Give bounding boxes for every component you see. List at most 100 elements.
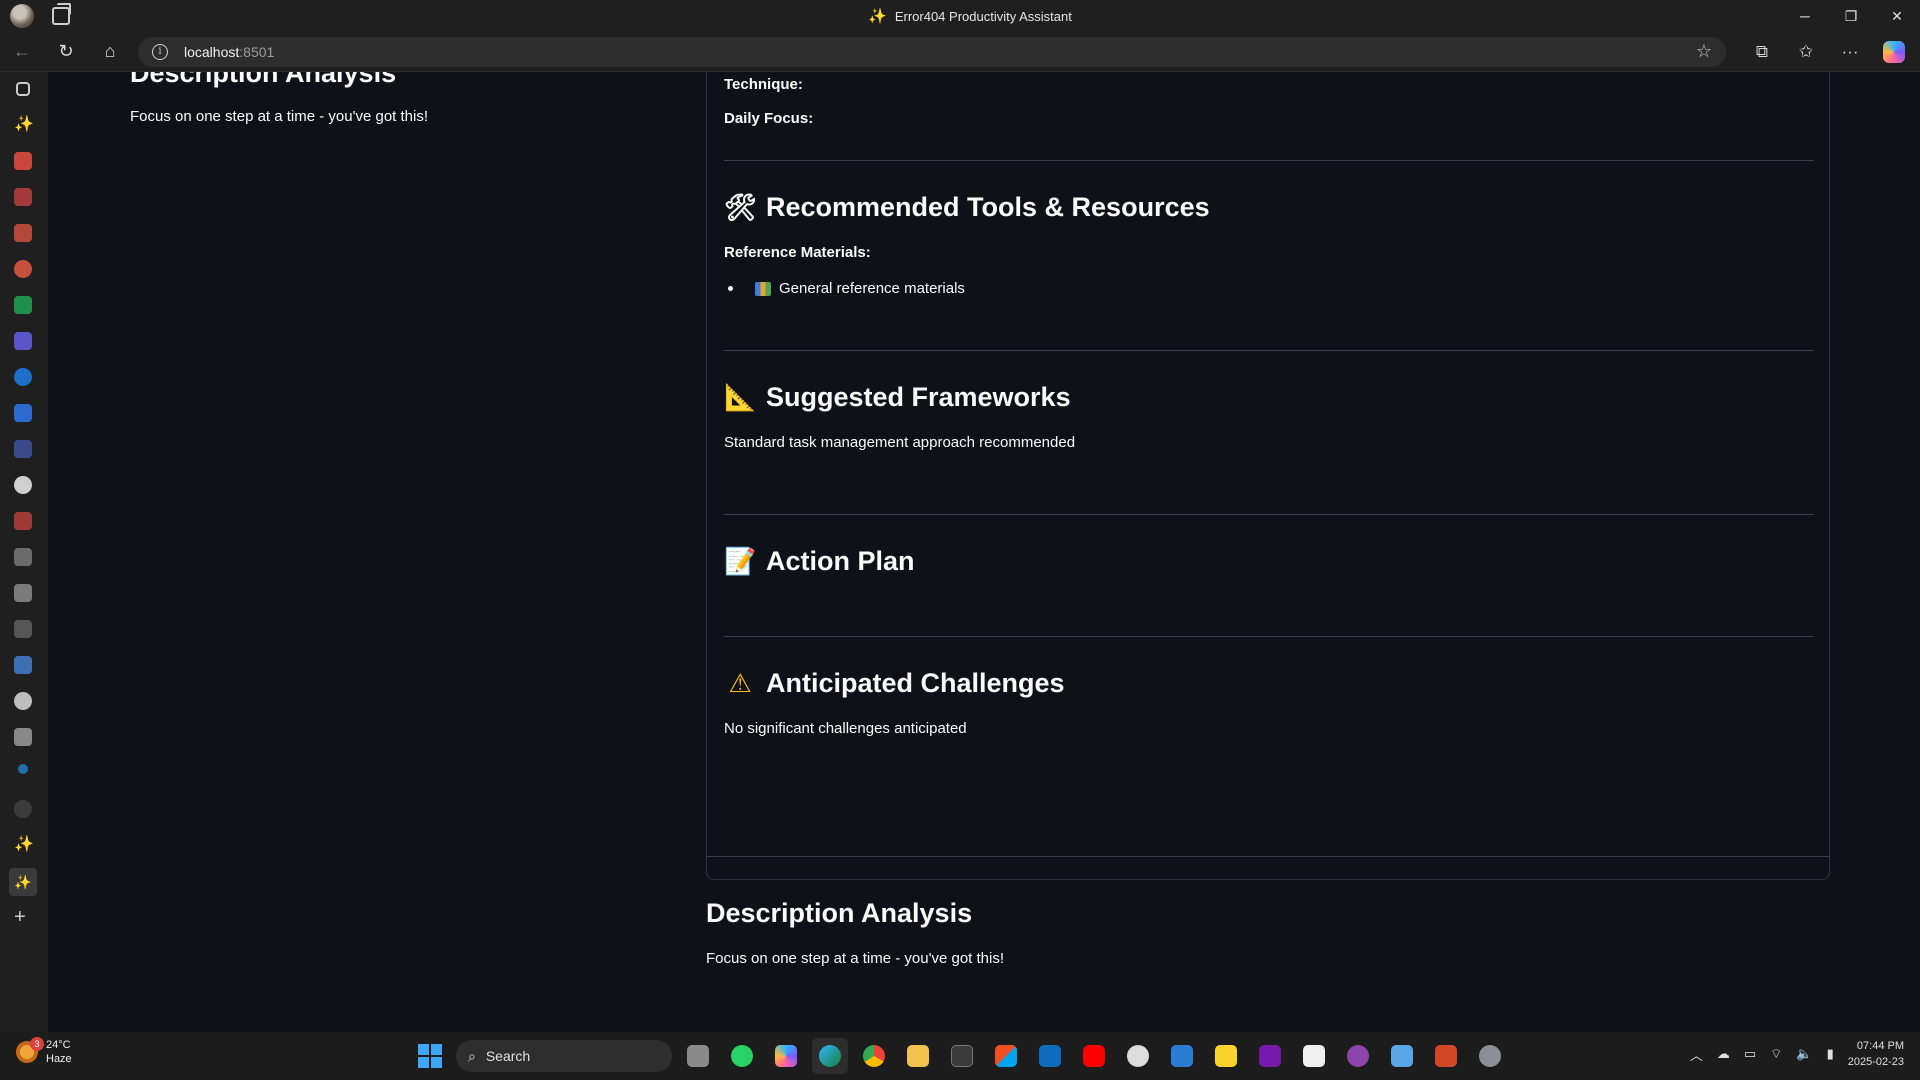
site-info-icon[interactable]: i <box>152 43 168 60</box>
edge-icon[interactable] <box>812 1038 848 1074</box>
todo-icon[interactable] <box>1164 1038 1200 1074</box>
github-desktop-icon[interactable] <box>1340 1038 1376 1074</box>
clock-time: 07:44 PM <box>1856 1040 1904 1052</box>
sidebar-app-icon-7[interactable] <box>14 404 32 422</box>
app-icon-1[interactable] <box>1120 1038 1156 1074</box>
whatsapp-icon[interactable] <box>724 1038 760 1074</box>
sidebar-app-icon-1[interactable] <box>14 152 32 170</box>
frameworks-section-title: 📐 Suggested Frameworks <box>724 382 1071 413</box>
address-bar[interactable]: i localhost:8501 ☆ <box>138 36 1726 67</box>
weather-widget[interactable]: 3 24°C Haze <box>16 1037 72 1066</box>
sidebar-app-icon-11[interactable] <box>14 584 32 602</box>
bottom-text: Focus on one step at a time - you've got… <box>706 950 1005 967</box>
notepad-icon[interactable] <box>1384 1038 1420 1074</box>
task-view-icon[interactable] <box>680 1038 716 1074</box>
tab-actions-icon[interactable] <box>52 3 71 25</box>
sidebar-app-icon-2[interactable] <box>14 188 32 206</box>
sidebar-add-icon[interactable]: + <box>14 906 32 928</box>
url-text[interactable]: localhost:8501 <box>184 44 274 60</box>
favorites-icon[interactable]: ✩ <box>1784 42 1828 62</box>
settings-icon[interactable] <box>1472 1038 1508 1074</box>
close-button[interactable]: ✕ <box>1874 0 1920 32</box>
extensions-icon[interactable]: ⧉ <box>1740 42 1784 62</box>
powerpoint-icon[interactable] <box>1428 1038 1464 1074</box>
sidebar-panel-icon[interactable] <box>16 82 30 96</box>
taskbar-search[interactable]: ⌕ Search <box>456 1040 672 1072</box>
copilot-button[interactable] <box>1872 40 1916 63</box>
technique-label: Technique: <box>724 76 803 93</box>
frameworks-title-text: Suggested Frameworks <box>766 382 1071 412</box>
url-port: :8501 <box>239 43 275 60</box>
onedrive-icon[interactable]: ☁ <box>1717 1046 1730 1062</box>
results-card: Technique: Daily Focus: 🛠 Recommended To… <box>706 72 1830 880</box>
clock-date: 2025-02-23 <box>1847 1056 1904 1068</box>
more-menu-icon[interactable]: ··· <box>1828 42 1872 62</box>
clock[interactable]: 07:44 PM 2025-02-23 <box>1848 1038 1904 1070</box>
tools-section-title: 🛠 Recommended Tools & Resources <box>724 192 1210 223</box>
frameworks-text: Standard task management approach recomm… <box>724 434 1076 451</box>
sidebar-app-icon-8[interactable] <box>14 440 32 458</box>
back-button[interactable]: ← <box>0 32 44 72</box>
chrome-icon[interactable] <box>856 1038 892 1074</box>
sidebar-app-icon-6[interactable] <box>14 368 32 386</box>
app-icon-2[interactable] <box>1296 1038 1332 1074</box>
sidebar-github-icon[interactable] <box>14 476 32 494</box>
sidebar-sparkle-icon[interactable]: ✨ <box>14 114 34 133</box>
favorite-star-icon[interactable]: ☆ <box>1696 41 1712 62</box>
divider <box>724 636 1814 637</box>
sidebar-app-icon-9[interactable] <box>14 512 32 530</box>
search-placeholder: Search <box>485 1048 531 1064</box>
terminal-icon[interactable] <box>944 1038 980 1074</box>
challenges-text: No significant challenges anticipated <box>724 720 967 737</box>
copilot-app-icon[interactable] <box>768 1038 804 1074</box>
onenote-icon[interactable] <box>1252 1038 1288 1074</box>
weather-badge: 3 <box>30 1037 44 1051</box>
browser-sidebar: ✨ ✨ ✨ + <box>0 72 48 1032</box>
youtube-icon[interactable] <box>1076 1038 1112 1074</box>
reference-materials-label: Reference Materials: <box>724 244 871 261</box>
sidebar-app-icon-14[interactable] <box>14 692 32 710</box>
sidebar-app-icon-3[interactable] <box>14 224 32 242</box>
taskbar: 3 24°C Haze ⌕ Search ︿ ☁ ▭ ⌔ 🔈 ▮ 07:44 P… <box>0 1032 1920 1080</box>
left-text: Focus on one step at a time - you've got… <box>130 108 429 125</box>
page-content: Description Analysis Focus on one step a… <box>50 72 1920 1032</box>
divider <box>724 350 1814 351</box>
sidebar-app-icon-5[interactable] <box>14 332 32 350</box>
restore-button[interactable]: ❐ <box>1828 0 1874 32</box>
outlook-icon[interactable] <box>1032 1038 1068 1074</box>
sidebar-app-icon-12[interactable] <box>14 620 32 638</box>
sidebar-search-icon[interactable] <box>18 764 28 774</box>
sticky-notes-icon[interactable] <box>1208 1038 1244 1074</box>
reference-item-text: General reference materials <box>779 280 965 297</box>
title-bar: ✨ Error404 Productivity Assistant ─ ❐ ✕ <box>0 0 1920 32</box>
sidebar-active-sparkle-icon[interactable]: ✨ <box>9 868 37 896</box>
start-button[interactable] <box>412 1038 448 1074</box>
minimize-button[interactable]: ─ <box>1782 0 1828 32</box>
bottom-heading: Description Analysis <box>706 898 973 928</box>
refresh-button[interactable]: ↻ <box>44 32 88 72</box>
wifi-icon[interactable]: ⌔ <box>1770 1046 1782 1062</box>
system-tray: ︿ ☁ ▭ ⌔ 🔈 ▮ 07:44 PM 2025-02-23 <box>1690 1038 1904 1070</box>
left-heading: Description Analysis <box>130 72 397 88</box>
window-title-text: Error404 Productivity Assistant <box>894 8 1072 24</box>
triangle-ruler-icon: 📐 <box>724 382 757 412</box>
file-explorer-icon[interactable] <box>900 1038 936 1074</box>
warning-icon: ⚠ <box>728 668 752 698</box>
volume-icon[interactable]: 🔈 <box>1796 1046 1812 1062</box>
display-icon[interactable]: ▭ <box>1744 1046 1756 1062</box>
home-button[interactable]: ⌂ <box>88 32 132 72</box>
sidebar-app-icon-13[interactable] <box>14 656 32 674</box>
sidebar-app-icon-4[interactable] <box>14 260 32 278</box>
weather-temp: 24°C <box>46 1039 71 1051</box>
sidebar-sparkle-icon-2[interactable]: ✨ <box>14 834 34 853</box>
sidebar-app-icon-16[interactable] <box>14 800 32 818</box>
sidebar-sheets-icon[interactable] <box>14 296 32 314</box>
store-icon[interactable] <box>988 1038 1024 1074</box>
sidebar-app-icon-10[interactable] <box>14 548 32 566</box>
chevron-up-icon[interactable]: ︿ <box>1690 1045 1703 1064</box>
sidebar-app-icon-15[interactable] <box>14 728 32 746</box>
battery-icon[interactable]: ▮ <box>1827 1046 1834 1062</box>
profile-avatar[interactable] <box>10 4 34 28</box>
weather-desc: Haze <box>46 1053 72 1065</box>
search-icon: ⌕ <box>468 1047 476 1064</box>
